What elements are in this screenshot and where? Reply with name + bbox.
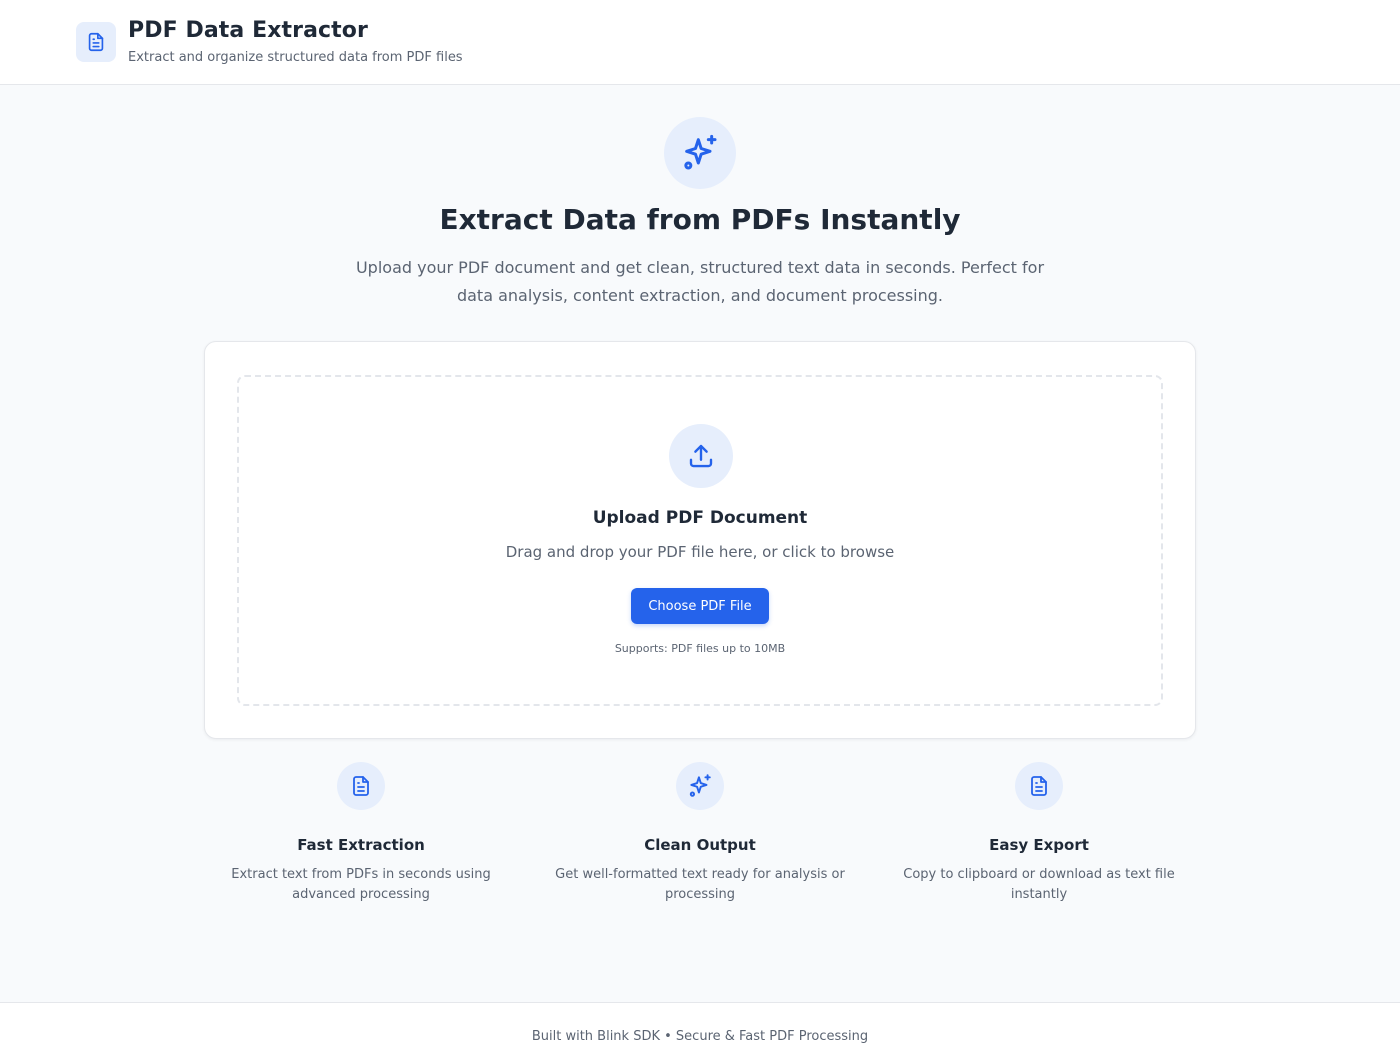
document-icon: [76, 22, 116, 62]
feature-clean-output: Clean Output Get well-formatted text rea…: [550, 762, 850, 922]
choose-pdf-button[interactable]: Choose PDF File: [631, 588, 769, 624]
footer-text: Built with Blink SDK • Secure & Fast PDF…: [531, 1029, 869, 1044]
document-icon: [337, 762, 385, 810]
app-title: PDF Data Extractor: [128, 18, 368, 43]
feature-easy-export: Easy Export Copy to clipboard or downloa…: [889, 762, 1189, 922]
feature-description: Get well-formatted text ready for analys…: [555, 867, 845, 902]
app-subtitle: Extract and organize structured data fro…: [128, 50, 463, 65]
pdf-drop-zone[interactable]: Upload PDF Document Drag and drop your P…: [237, 375, 1163, 706]
feature-title: Easy Export: [989, 836, 1089, 854]
support-note: Supports: PDF files up to 10MB: [614, 642, 786, 655]
feature-description: Copy to clipboard or download as text fi…: [903, 867, 1175, 902]
feature-fast-extraction: Fast Extraction Extract text from PDFs i…: [211, 762, 511, 922]
sparkles-icon: [664, 117, 736, 189]
app-header: PDF Data Extractor Extract and organize …: [0, 0, 1400, 85]
document-icon: [1015, 762, 1063, 810]
feature-title: Clean Output: [644, 836, 756, 854]
sparkles-icon: [676, 762, 724, 810]
feature-title: Fast Extraction: [297, 836, 425, 854]
app-footer: Built with Blink SDK • Secure & Fast PDF…: [0, 1002, 1400, 1050]
hero-description: Upload your PDF document and get clean, …: [355, 258, 1045, 305]
upload-hint: Drag and drop your PDF file here, or cli…: [505, 543, 895, 561]
feature-description: Extract text from PDFs in seconds using …: [231, 867, 491, 902]
upload-icon: [669, 424, 733, 488]
upload-card: Upload PDF Document Drag and drop your P…: [204, 341, 1196, 739]
hero-title: Extract Data from PDFs Instantly: [439, 203, 961, 236]
upload-title: Upload PDF Document: [592, 508, 808, 528]
